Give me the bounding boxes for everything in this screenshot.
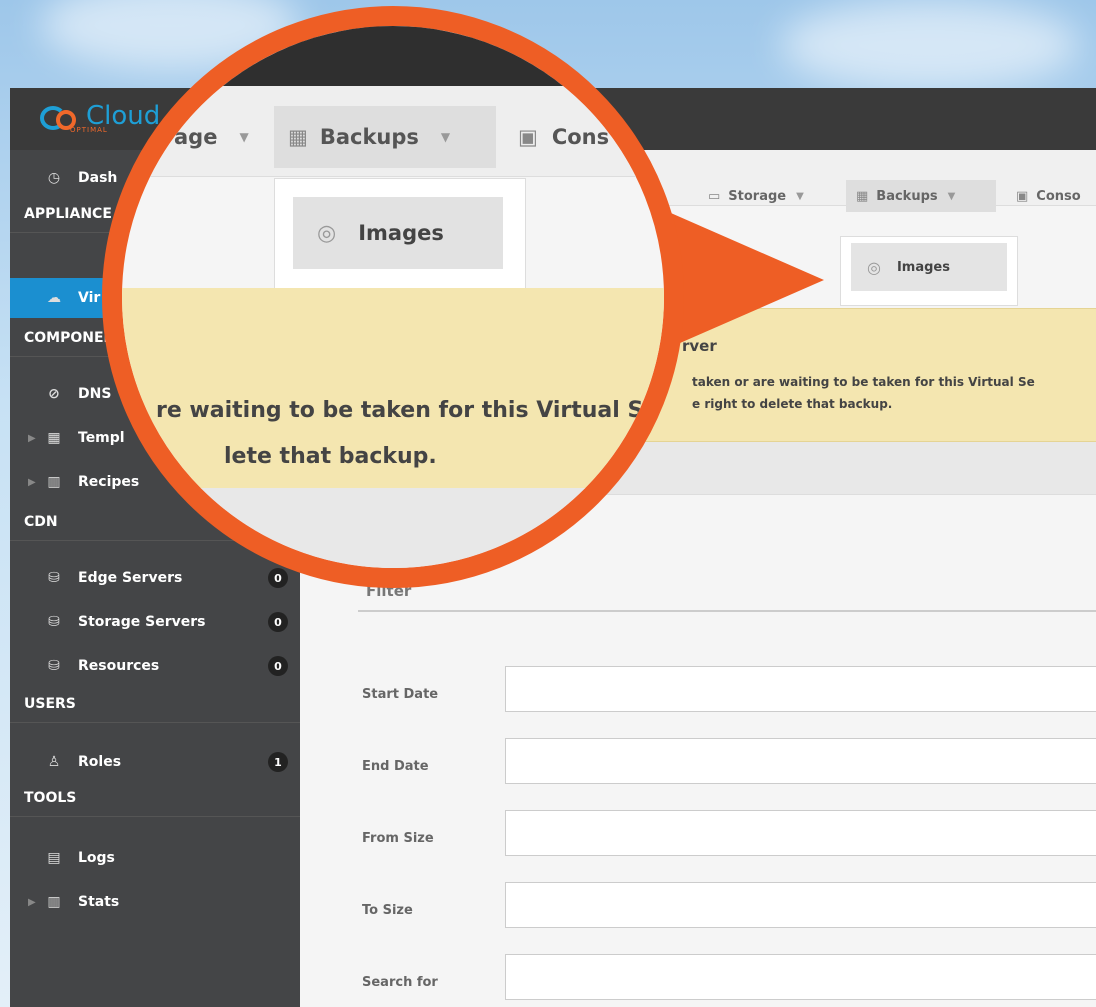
end-date-input[interactable] — [505, 738, 1096, 784]
chart-icon: ▥ — [47, 894, 61, 910]
section-components: COMPONEN — [24, 330, 116, 346]
alert-text-line: e right to delete that backup. — [692, 397, 893, 411]
server-icon: ⛁ — [48, 614, 60, 630]
tab-label: Cons — [551, 125, 610, 149]
console-icon: ▣ — [518, 125, 538, 149]
console-icon: ▣ — [1016, 188, 1029, 204]
section-tools: TOOLS — [24, 790, 77, 806]
book-icon: ▥ — [47, 474, 61, 490]
magnifier-callout: age ▼ ▦ Backups ▼ ▣ Cons ◎ Images re wai… — [102, 6, 684, 588]
alert-text-line: lete that backup. — [224, 444, 437, 469]
sidebar-item-stats[interactable]: ▶ ▥ Stats — [10, 882, 300, 922]
from-size-input[interactable] — [505, 810, 1096, 856]
from-size-label: From Size — [362, 831, 434, 846]
sidebar-item-storage-servers[interactable]: ⛁ Storage Servers 0 — [10, 602, 300, 642]
chevron-down-icon[interactable]: ▼ — [948, 191, 956, 202]
chevron-down-icon: ▼ — [440, 130, 451, 144]
server-icon: ⛁ — [48, 570, 60, 586]
sidebar-item-label: Edge Servers — [78, 570, 183, 586]
backups-dropdown: ◎ Images — [840, 236, 1018, 306]
search-for-label: Search for — [362, 975, 438, 990]
dropdown-item-label: Images — [896, 259, 950, 275]
search-for-input[interactable] — [505, 954, 1096, 1000]
resources-icon: ⛁ — [48, 658, 60, 674]
alert-text-line: taken or are waiting to be taken for thi… — [692, 375, 1035, 389]
sidebar-item-roles[interactable]: ♙ Roles 1 — [10, 742, 300, 782]
expand-arrow-icon[interactable]: ▶ — [28, 897, 36, 908]
user-icon: ♙ — [47, 754, 61, 770]
sidebar-item-label: Roles — [78, 754, 122, 770]
to-size-label: To Size — [362, 903, 413, 918]
magnified-top-bar — [122, 26, 664, 86]
sidebar-item-label: Vir — [78, 290, 101, 306]
section-users: USERS — [24, 696, 76, 712]
disc-icon: ◎ — [867, 257, 881, 277]
count-badge: 0 — [268, 612, 288, 632]
section-cdn: CDN — [24, 514, 58, 530]
divider — [10, 722, 300, 723]
magnified-dropdown-item-images: ◎ Images — [293, 197, 503, 269]
magnified-tab-backups: ▦ Backups ▼ — [274, 106, 496, 168]
disc-icon: ◎ — [317, 220, 337, 246]
sidebar-item-label: Resources — [78, 658, 160, 674]
sidebar-item-label: Templ — [78, 430, 125, 446]
sidebar-item-label: Storage Servers — [78, 614, 206, 630]
magnified-alert: re waiting to be taken for this Virtual … — [122, 288, 670, 489]
magnified-tab-console: ▣ Cons — [512, 106, 664, 168]
template-icon: ▦ — [47, 430, 61, 446]
magnified-alert-text: re waiting to be taken for this Virtual … — [122, 388, 670, 480]
count-badge: 0 — [268, 656, 288, 676]
magnified-tab-storage: age ▼ — [142, 106, 282, 168]
grid-icon: ▦ — [856, 188, 869, 204]
compass-icon: ⊘ — [48, 386, 60, 402]
tab-backups[interactable]: ▦ Backups ▼ — [846, 180, 996, 212]
alert-text: taken or are waiting to be taken for thi… — [692, 371, 1096, 415]
expand-arrow-icon[interactable]: ▶ — [28, 477, 36, 488]
sidebar-item-label: Logs — [78, 850, 115, 866]
tab-label: Backups — [319, 125, 419, 149]
start-date-input[interactable] — [505, 666, 1096, 712]
brand-subtitle: OPTIMAL — [70, 126, 108, 134]
magnified-dropdown: ◎ Images — [274, 178, 526, 290]
tab-storage[interactable]: ▭ Storage ▼ — [698, 180, 828, 212]
to-size-input[interactable] — [505, 882, 1096, 928]
gauge-icon: ◷ — [47, 170, 61, 186]
grid-icon: ▦ — [288, 125, 308, 149]
callout-arrow — [664, 210, 824, 350]
sidebar-item-resources[interactable]: ⛁ Resources 0 — [10, 646, 300, 686]
divider — [10, 816, 300, 817]
dropdown-item-images[interactable]: ◎ Images — [851, 243, 1007, 291]
start-date-label: Start Date — [362, 687, 439, 702]
sidebar-item-label: DNS — [78, 386, 112, 402]
expand-arrow-icon[interactable]: ▶ — [28, 433, 36, 444]
sidebar-item-label: Stats — [78, 894, 120, 910]
count-badge: 0 — [268, 568, 288, 588]
clipboard-icon: ▤ — [47, 850, 61, 866]
storage-icon: ▭ — [708, 188, 721, 204]
alert-text-line: re waiting to be taken for this Virtual … — [156, 398, 670, 423]
count-badge: 1 — [268, 752, 288, 772]
tab-label: Conso — [1036, 188, 1081, 204]
chevron-down-icon[interactable]: ▼ — [796, 191, 804, 202]
tab-console[interactable]: ▣ Conso — [1006, 180, 1096, 212]
cloud-icon: ☁ — [47, 290, 61, 306]
end-date-label: End Date — [362, 759, 429, 774]
sidebar-item-label: Dash — [78, 170, 118, 186]
section-appliances: APPLIANCE — [24, 206, 112, 222]
divider — [358, 610, 1096, 612]
tab-label: Storage — [728, 188, 787, 204]
dropdown-item-label: Images — [358, 221, 444, 245]
sidebar-item-logs[interactable]: ▤ Logs — [10, 838, 300, 878]
chevron-down-icon: ▼ — [239, 130, 249, 144]
tab-label: Backups — [876, 188, 938, 204]
tab-label: age — [174, 125, 218, 149]
